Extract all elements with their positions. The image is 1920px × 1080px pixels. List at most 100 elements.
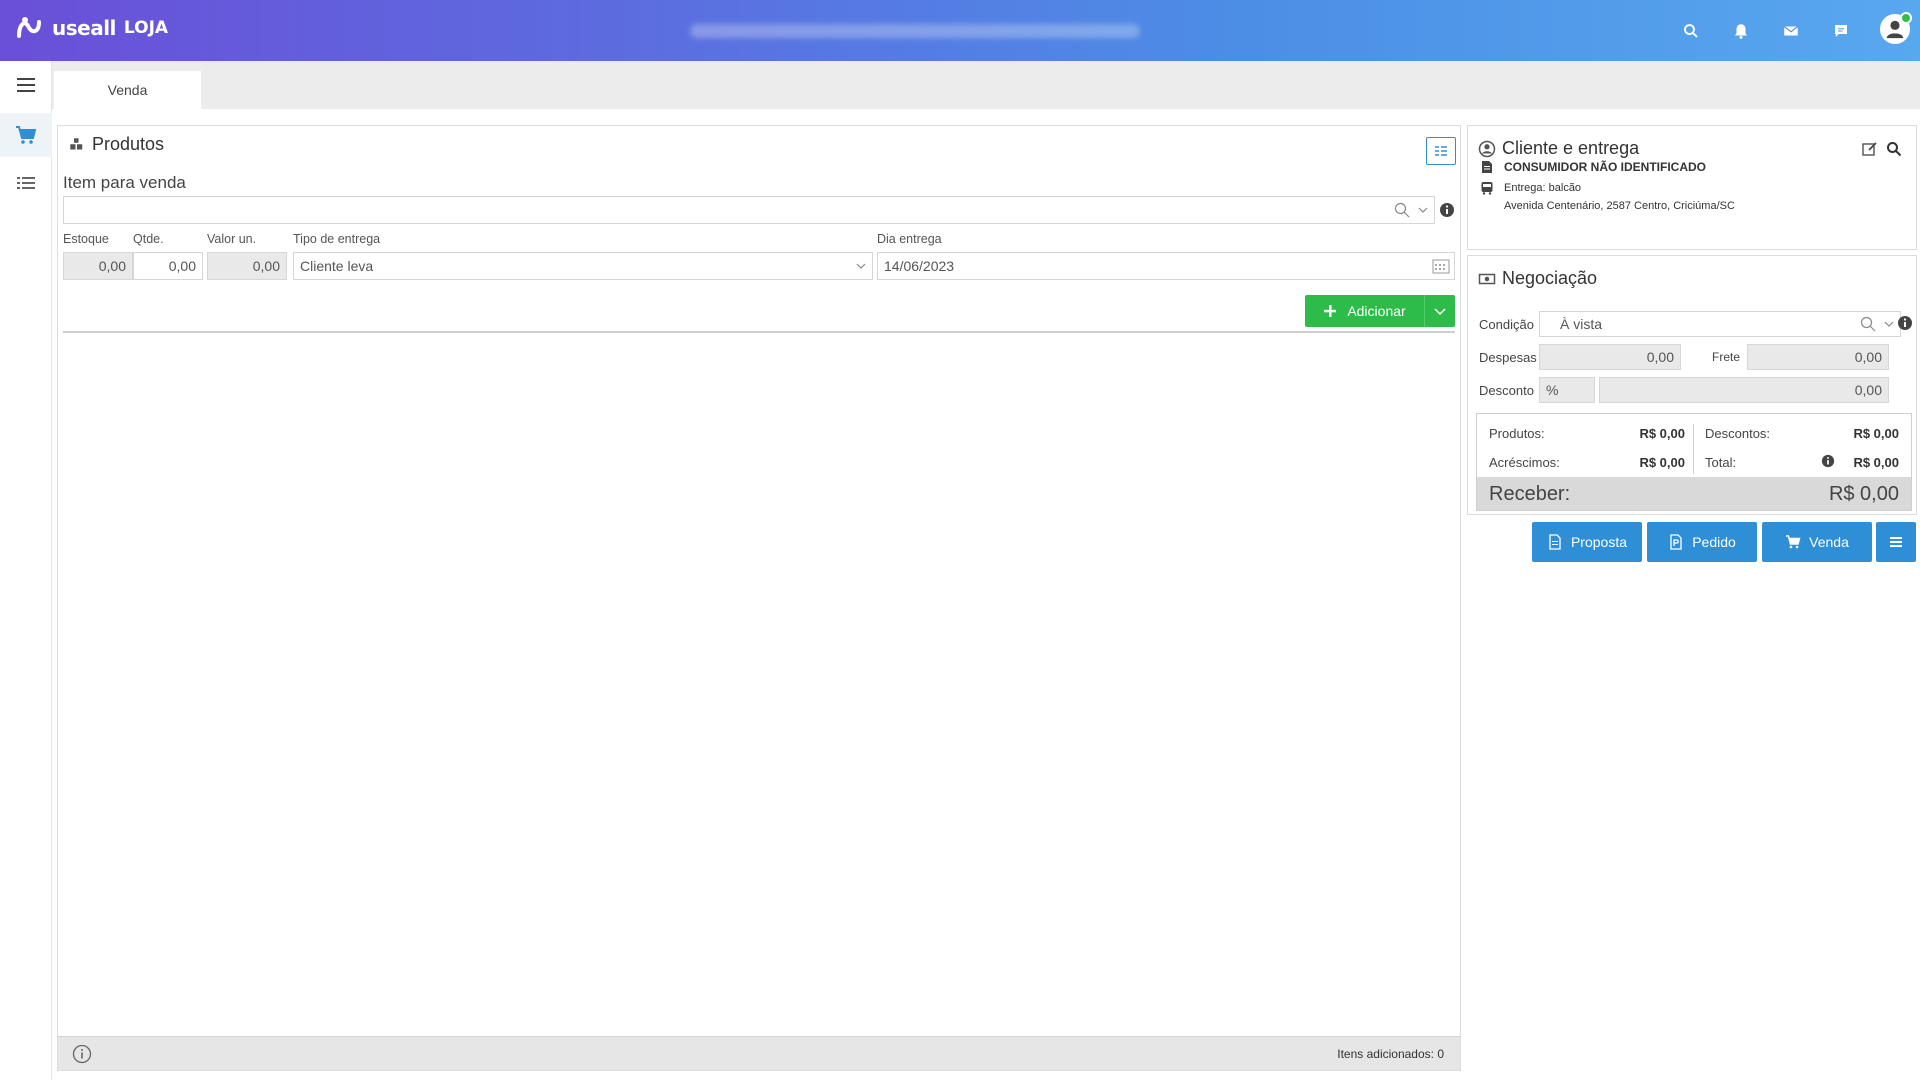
estoque-field: 0,00 — [63, 252, 133, 280]
despesas-field[interactable]: 0,00 — [1539, 344, 1681, 370]
chevron-down-icon — [1434, 308, 1446, 316]
pedido-button[interactable]: Pedido — [1647, 522, 1757, 562]
negotiation-title: Negociação — [1478, 268, 1597, 289]
tipo-entrega-label: Tipo de entrega — [293, 232, 381, 246]
logo-icon — [17, 17, 41, 38]
search-icon[interactable] — [1394, 202, 1410, 218]
condicao-label: Condição — [1479, 317, 1534, 332]
valor-un-field: 0,00 — [207, 252, 287, 280]
chevron-down-icon — [856, 263, 866, 269]
document-icon — [1549, 534, 1561, 550]
client-title-text: Cliente e entrega — [1502, 138, 1640, 158]
products-title-text: Produtos — [92, 134, 165, 154]
tipo-entrega-select[interactable]: Cliente leva — [293, 252, 873, 280]
bell-icon[interactable] — [1730, 20, 1752, 42]
total-label: Total: — [1705, 455, 1737, 470]
produtos-total-value: R$ 0,00 — [1639, 426, 1685, 441]
descontos-value: R$ 0,00 — [1853, 426, 1899, 441]
document-icon — [1482, 161, 1492, 173]
proposta-label: Proposta — [1570, 534, 1628, 550]
add-item-button[interactable]: Adicionar — [1305, 295, 1455, 327]
item-for-sale-label: Item para venda — [63, 173, 186, 192]
boxes-icon — [70, 137, 83, 149]
chevron-down-icon[interactable] — [1884, 319, 1894, 329]
condicao-select[interactable]: À vista — [1539, 311, 1901, 337]
estoque-label: Estoque — [63, 232, 109, 246]
dia-entrega-value: 14/06/2023 — [884, 258, 955, 274]
product-search-input[interactable] — [63, 196, 1435, 224]
cart-icon[interactable] — [0, 113, 52, 157]
acrescimos-value: R$ 0,00 — [1639, 455, 1685, 470]
plus-icon — [1324, 305, 1337, 317]
descontos-label: Descontos: — [1705, 426, 1771, 441]
sidebar — [0, 61, 52, 1080]
totals-summary: Produtos: R$ 0,00 Descontos: R$ 0,00 Acr… — [1476, 413, 1912, 511]
menu-icon[interactable] — [0, 63, 52, 107]
qtde-field[interactable]: 0,00 — [133, 252, 203, 280]
user-circle-icon — [1478, 140, 1496, 157]
edit-icon[interactable] — [1862, 141, 1878, 157]
products-footer: Itens adicionados: 0 — [58, 1036, 1460, 1070]
money-icon — [1478, 273, 1496, 284]
qtde-label: Qtde. — [133, 232, 164, 246]
receber-value: R$ 0,00 — [1828, 483, 1899, 505]
acrescimos-label: Acréscimos: — [1489, 455, 1560, 470]
info-icon[interactable] — [1439, 202, 1455, 218]
columns-icon — [1435, 146, 1447, 156]
info-icon[interactable] — [1821, 454, 1835, 468]
desconto-unit-field[interactable]: % — [1539, 377, 1595, 403]
delivery-line: Entrega: balcão — [1480, 181, 1581, 195]
toggle-columns-button[interactable] — [1426, 137, 1456, 165]
info-circle-icon[interactable] — [72, 1044, 92, 1064]
list-icon[interactable] — [0, 161, 52, 205]
chevron-down-icon[interactable] — [1418, 205, 1428, 215]
produtos-total-label: Produtos: — [1489, 426, 1545, 441]
condicao-value: À vista — [1560, 316, 1603, 332]
dia-entrega-field[interactable]: 14/06/2023 — [877, 252, 1455, 280]
venda-label: Venda — [1809, 534, 1849, 550]
desconto-field[interactable]: 0,00 — [1599, 377, 1889, 403]
frete-field[interactable]: 0,00 — [1747, 344, 1889, 370]
divider — [63, 331, 1455, 333]
cart-icon — [1786, 535, 1801, 549]
client-delivery-panel: Cliente e entrega CONSUMIDOR NÃO IDENTIF… — [1467, 125, 1917, 250]
client-name: CONSUMIDOR NÃO IDENTIFICADO — [1504, 160, 1706, 174]
user-avatar[interactable] — [1880, 12, 1912, 44]
add-item-label: Adicionar — [1347, 303, 1406, 319]
delivery-address: Avenida Centenário, 2587 Centro, Criciúm… — [1504, 200, 1735, 212]
receber-bar: Receber: R$ 0,00 — [1477, 477, 1911, 510]
negotiation-title-text: Negociação — [1502, 268, 1598, 288]
dia-entrega-label: Dia entrega — [877, 232, 942, 246]
products-panel: Produtos Item para venda Estoque Qtde. V… — [57, 125, 1461, 1071]
negotiation-panel: Negociação Condição À vista Despesas 0,0… — [1467, 255, 1917, 515]
desconto-label: Desconto — [1479, 383, 1534, 398]
add-item-dropdown[interactable] — [1425, 305, 1455, 317]
receber-label: Receber: — [1489, 483, 1571, 505]
summary-divider — [1693, 424, 1694, 474]
search-icon[interactable] — [1680, 20, 1702, 42]
tab-venda[interactable]: Venda — [54, 71, 201, 109]
online-status-dot — [1900, 12, 1912, 24]
client-title: Cliente e entrega — [1478, 138, 1639, 159]
top-bar: useall LOJA — [0, 0, 1920, 61]
company-name-blurred — [690, 24, 1140, 38]
add-item-main[interactable]: Adicionar — [1305, 295, 1425, 327]
venda-button[interactable]: Venda — [1762, 522, 1872, 562]
logo[interactable]: useall LOJA — [16, 14, 168, 42]
tab-strip: Venda — [52, 61, 1920, 109]
items-added-count: Itens adicionados: 0 — [1337, 1047, 1444, 1061]
chat-icon[interactable] — [1830, 20, 1852, 42]
pedido-label: Pedido — [1692, 534, 1736, 550]
bus-icon — [1481, 182, 1493, 195]
valor-un-label: Valor un. — [207, 232, 257, 246]
mail-icon[interactable] — [1780, 20, 1802, 42]
info-icon[interactable] — [1897, 315, 1913, 331]
frete-label: Frete — [1712, 350, 1741, 364]
search-icon[interactable] — [1886, 141, 1902, 157]
proposta-button[interactable]: Proposta — [1532, 522, 1642, 562]
brand-name: useall — [52, 16, 116, 40]
more-actions-button[interactable] — [1876, 522, 1916, 562]
search-icon[interactable] — [1860, 316, 1876, 332]
delivery-type: Entrega: balcão — [1504, 182, 1582, 194]
calendar-icon[interactable] — [1432, 258, 1450, 274]
